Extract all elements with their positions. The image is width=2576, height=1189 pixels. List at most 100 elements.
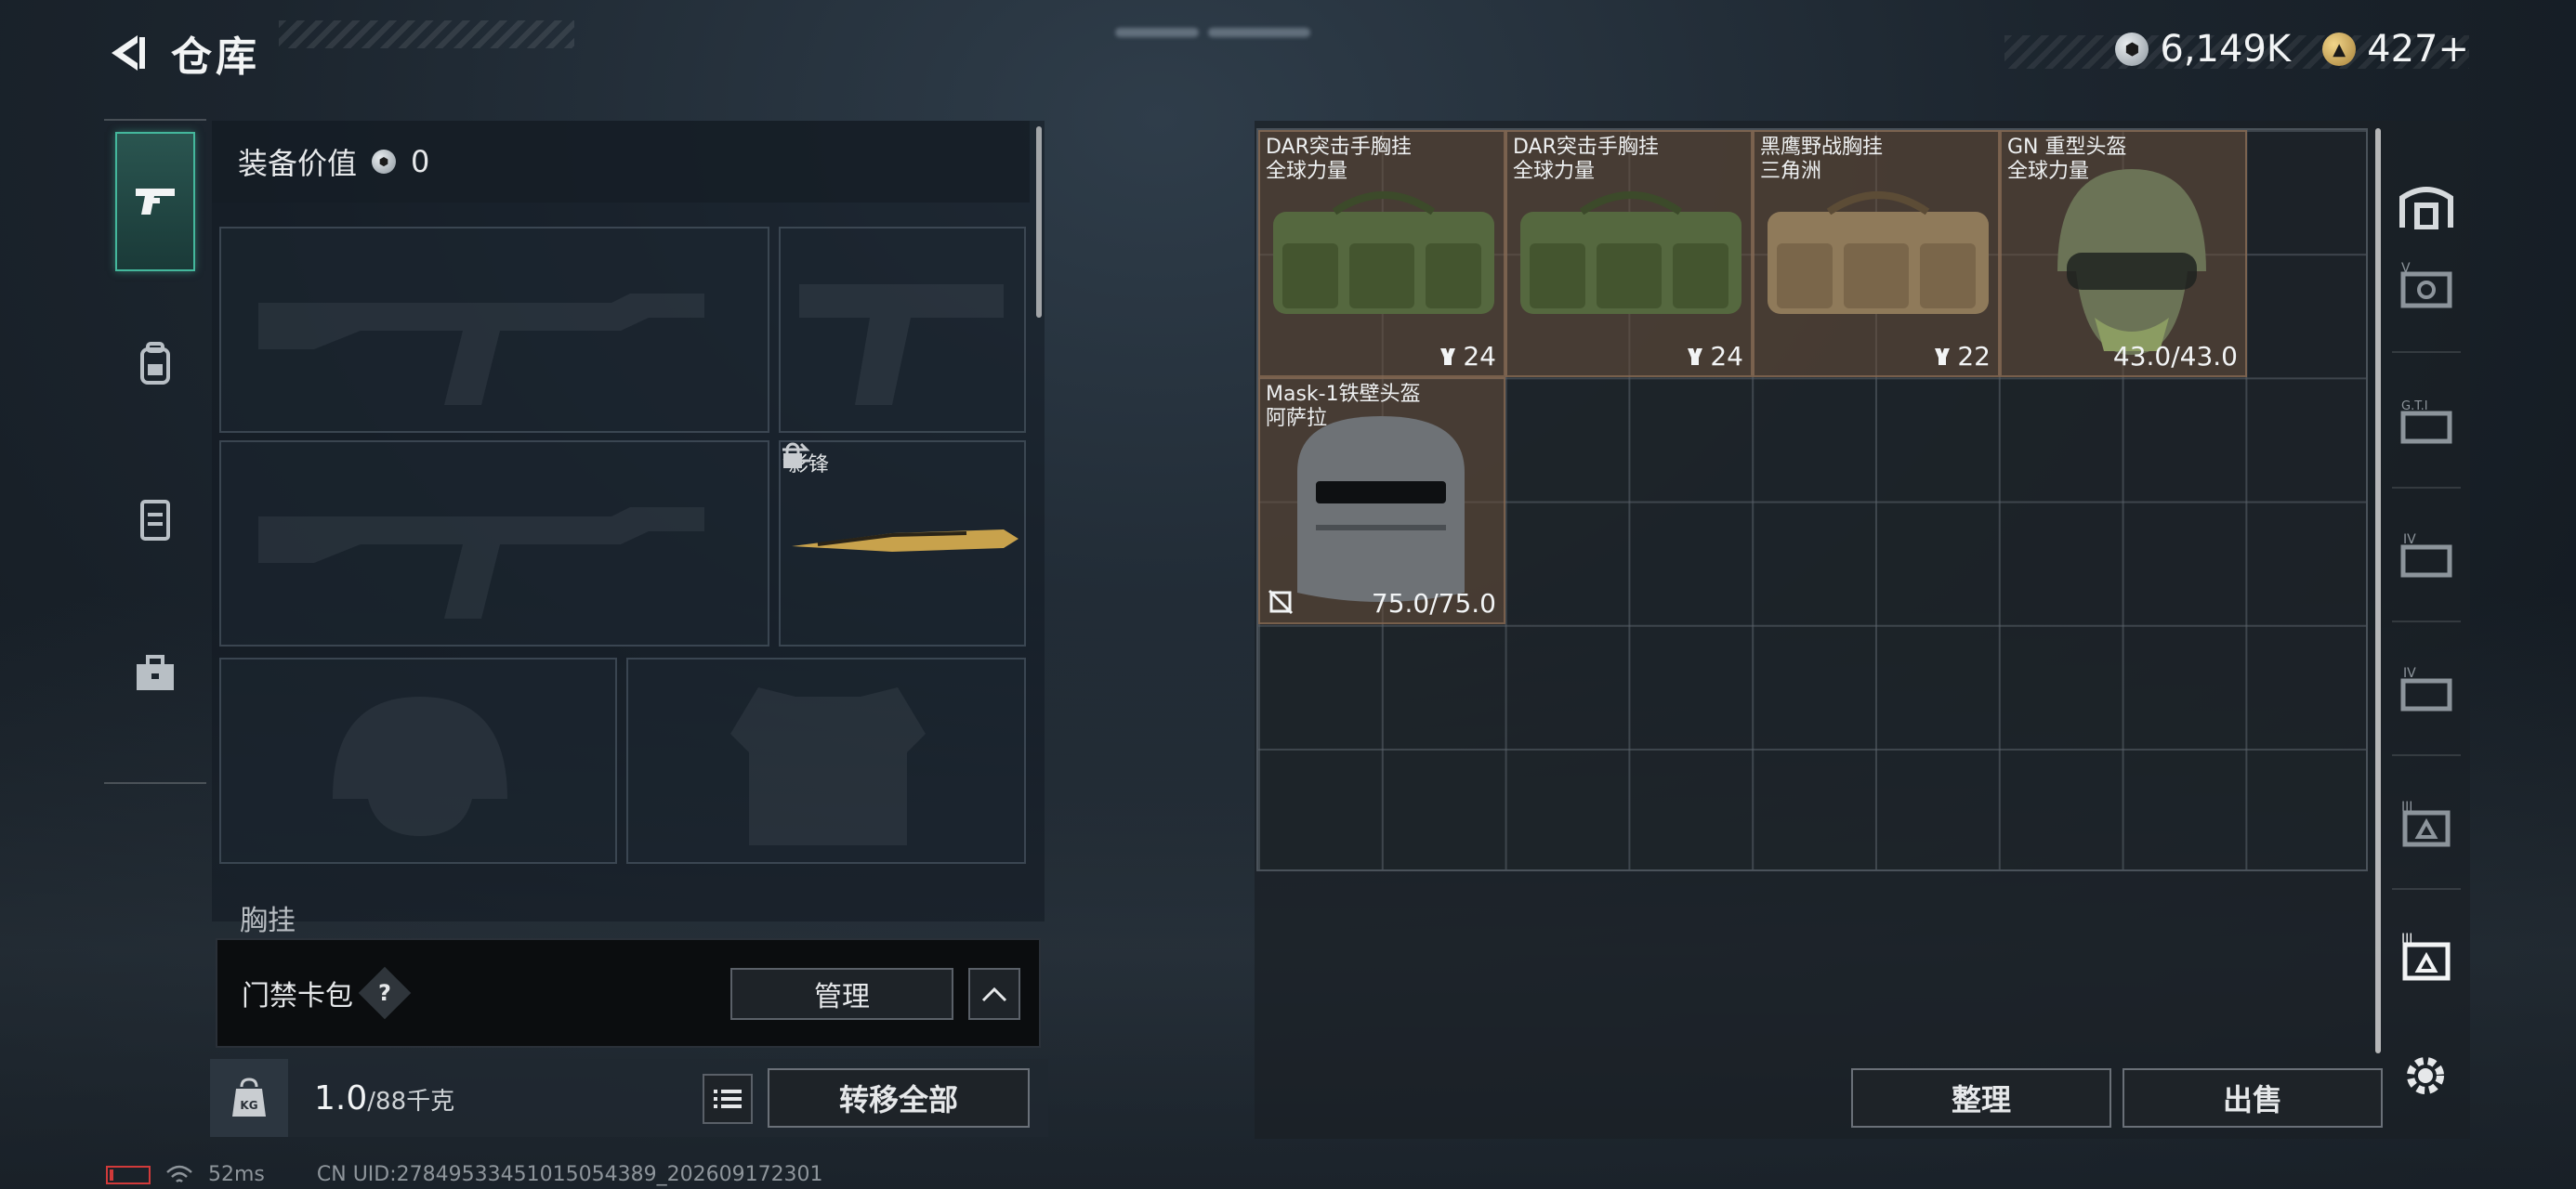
item-durability-value: 75.0/75.0 — [1371, 588, 1496, 619]
container-iii-icon: III — [2401, 800, 2451, 847]
expand-button[interactable] — [968, 968, 1020, 1020]
item-durability: 43.0/43.0 — [2113, 341, 2238, 372]
equip-value-label: 装备价值 — [238, 146, 358, 181]
svg-text:IV: IV — [2403, 532, 2416, 547]
equip-value: 0 — [411, 144, 430, 179]
svg-text:IV: IV — [2403, 666, 2416, 681]
item-count-value: 22 — [1957, 341, 1991, 372]
rail-tab-weapons[interactable] — [115, 132, 195, 271]
item-faction: 全球力量 — [1266, 160, 1348, 183]
weight-bar: KG 1.0/88千克 转移全部 — [210, 1059, 1048, 1137]
item-durability-value: 43.0/43.0 — [2112, 341, 2238, 372]
stash-scrollbar[interactable] — [2375, 128, 2381, 1053]
capacity-icon — [1440, 347, 1456, 365]
stash-grid[interactable]: DAR突击手胸挂 全球力量 24 DAR突击手胸挂 全球力量 24 黑鹰野战胸挂… — [1256, 128, 2368, 871]
stash-item-helmet[interactable]: GN 重型头盔 全球力量 43.0/43.0 — [2000, 130, 2247, 377]
rail-tab-backpack[interactable] — [115, 294, 195, 433]
svg-text:G.T.I: G.T.I — [2401, 399, 2428, 413]
lock-icon — [783, 442, 802, 468]
item-name: GN 重型头盔 — [2007, 136, 2127, 159]
settings-gear-icon[interactable] — [2398, 1048, 2453, 1104]
sell-button[interactable]: 出售 — [2123, 1068, 2383, 1128]
item-count: 22 — [1933, 341, 1991, 372]
stash-item-rig[interactable]: 黑鹰野战胸挂 三角洲 22 — [1753, 130, 2000, 377]
weight-max: /88千克 — [367, 1087, 455, 1116]
container-tab-iii-active[interactable]: III — [2385, 901, 2468, 1013]
item-name: DAR突击手胸挂 — [1513, 136, 1659, 159]
ceiling-light — [1208, 28, 1310, 37]
access-card-bar: 门禁卡包 ? 管理 — [216, 938, 1041, 1048]
item-name: DAR突击手胸挂 — [1266, 136, 1412, 159]
silver-amount: 6,149K — [2160, 28, 2292, 71]
wifi-icon — [166, 1165, 192, 1182]
secondary-weapon-slot[interactable] — [779, 227, 1026, 433]
gold-currency[interactable]: ▲ 427+ — [2322, 28, 2469, 71]
container-iv-b-icon: IV — [2400, 666, 2452, 712]
svg-text:III: III — [2401, 932, 2412, 947]
rail-separator — [2392, 351, 2461, 353]
silver-currency[interactable]: ⬢ 6,149K — [2115, 28, 2291, 71]
ping-text: 52ms — [208, 1163, 265, 1186]
stash-item-mask[interactable]: Mask-1铁壁头盔 阿萨拉 75.0/75.0 — [1258, 377, 1505, 624]
status-strip: 52ms CN UID:27849533451015054389_2026091… — [106, 1163, 823, 1186]
rifle-silhouette-icon — [258, 294, 704, 405]
sort-button[interactable]: 整理 — [1851, 1068, 2111, 1128]
svg-text:V: V — [2401, 261, 2411, 276]
help-glyph: ? — [378, 979, 391, 1006]
transfer-all-button[interactable]: 转移全部 — [768, 1068, 1030, 1128]
primary-weapon-slot[interactable] — [219, 227, 769, 433]
chest-rig-section-label: 胸挂 — [240, 905, 296, 937]
currency-display: ⬢ 6,149K ▲ 427+ — [2115, 28, 2469, 71]
stash-item-rig[interactable]: DAR突击手胸挂 全球力量 24 — [1505, 130, 1753, 377]
rail-tab-chest-rig[interactable] — [115, 450, 195, 589]
backpack-icon — [140, 342, 170, 385]
primary-weapon-slot-2[interactable] — [219, 440, 769, 647]
rifle-silhouette-icon — [258, 507, 704, 619]
svg-text:KG: KG — [240, 1099, 257, 1112]
loadout-scrollbar[interactable] — [1036, 126, 1042, 318]
gold-amount: 427+ — [2367, 28, 2469, 71]
chevron-up-icon — [981, 986, 1007, 1002]
page-header: 仓库 — [102, 20, 260, 85]
helmet-slot[interactable] — [219, 658, 617, 864]
item-faction: 全球力量 — [2007, 160, 2090, 183]
container-tab-gti[interactable]: G.T.I — [2385, 366, 2468, 477]
rail-separator — [2392, 888, 2461, 890]
container-tab-iii[interactable]: III — [2385, 767, 2468, 879]
help-icon[interactable]: ? — [358, 966, 412, 1020]
access-card-label: 门禁卡包 — [242, 980, 353, 1013]
item-name: Mask-1铁壁头盔 — [1266, 383, 1421, 406]
rail-separator — [2392, 487, 2461, 489]
item-count-value: 24 — [1463, 341, 1496, 372]
silver-coin-icon: ⬢ — [372, 150, 397, 174]
container-iii-active-icon: III — [2401, 932, 2451, 981]
item-count-value: 24 — [1710, 341, 1743, 372]
armor-slot[interactable] — [626, 658, 1026, 864]
capacity-icon — [1688, 347, 1703, 365]
loadout-panel: 装备价值 ⬢ 0 影锋 胸挂 — [212, 121, 1045, 937]
rail-tab-toolbox[interactable] — [115, 604, 195, 743]
silver-coin-icon: ⬢ — [2115, 33, 2149, 66]
item-count: 24 — [1439, 341, 1496, 372]
weight-icon: KG — [210, 1059, 288, 1137]
item-name: 黑鹰野战胸挂 — [1760, 136, 1884, 159]
back-arrow-icon[interactable] — [102, 28, 152, 78]
list-view-button[interactable] — [703, 1074, 753, 1124]
melee-slot[interactable]: 影锋 — [779, 440, 1026, 647]
item-durability: 75.0/75.0 — [1372, 588, 1496, 619]
container-tab-iv[interactable]: IV — [2385, 500, 2468, 611]
knife-icon — [792, 529, 1019, 552]
equip-value-header: 装备价值 ⬢ 0 — [212, 121, 1030, 203]
page-title: 仓库 — [171, 33, 260, 81]
chest-rig-icon — [140, 500, 170, 541]
gold-coin-icon: ▲ — [2322, 33, 2357, 66]
stash-item-rig[interactable]: DAR突击手胸挂 全球力量 24 — [1258, 130, 1505, 377]
uid-text: CN UID:27849533451015054389_202609172301 — [316, 1163, 823, 1186]
container-tab-v[interactable]: V — [2385, 230, 2468, 342]
container-iv-icon: IV — [2400, 532, 2452, 578]
item-faction: 阿萨拉 — [1266, 407, 1328, 430]
capacity-icon — [1935, 347, 1951, 365]
container-tab-iv-b[interactable]: IV — [2385, 634, 2468, 745]
item-count: 24 — [1686, 341, 1743, 372]
manage-button[interactable]: 管理 — [730, 968, 953, 1020]
